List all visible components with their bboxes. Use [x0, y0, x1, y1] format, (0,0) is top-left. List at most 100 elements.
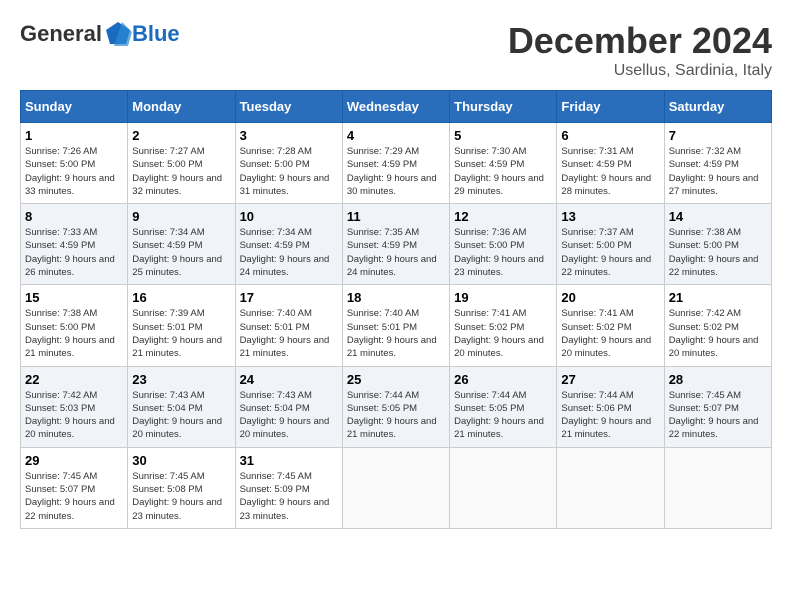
weekday-header-friday: Friday — [557, 91, 664, 123]
day-info: Sunrise: 7:31 AMSunset: 4:59 PMDaylight:… — [561, 145, 659, 198]
weekday-header-wednesday: Wednesday — [342, 91, 449, 123]
calendar-cell: 28Sunrise: 7:45 AMSunset: 5:07 PMDayligh… — [664, 366, 771, 447]
calendar-cell — [342, 447, 449, 528]
calendar-cell: 2Sunrise: 7:27 AMSunset: 5:00 PMDaylight… — [128, 123, 235, 204]
day-info: Sunrise: 7:34 AMSunset: 4:59 PMDaylight:… — [240, 226, 338, 279]
calendar-cell: 31 Sunrise: 7:45 AMSunset: 5:09 PMDayligh… — [235, 447, 342, 528]
day-number: 27 — [561, 372, 659, 387]
day-info: Sunrise: 7:27 AMSunset: 5:00 PMDaylight:… — [132, 145, 230, 198]
day-info: Sunrise: 7:41 AMSunset: 5:02 PMDaylight:… — [561, 307, 659, 360]
day-number: 30 — [132, 453, 230, 468]
calendar-cell: 9Sunrise: 7:34 AMSunset: 4:59 PMDaylight… — [128, 204, 235, 285]
day-number: 17 — [240, 290, 338, 305]
calendar-cell: 13Sunrise: 7:37 AMSunset: 5:00 PMDayligh… — [557, 204, 664, 285]
day-info: Sunrise: 7:38 AMSunset: 5:00 PMDaylight:… — [25, 307, 123, 360]
day-info: Sunrise: 7:44 AMSunset: 5:06 PMDaylight:… — [561, 389, 659, 442]
day-number: 31 — [240, 453, 338, 468]
day-number: 22 — [25, 372, 123, 387]
calendar-cell: 18Sunrise: 7:40 AMSunset: 5:01 PMDayligh… — [342, 285, 449, 366]
day-number: 29 — [25, 453, 123, 468]
calendar-week-row: 8 Sunrise: 7:33 AMSunset: 4:59 PMDaylight… — [21, 204, 772, 285]
day-info: Sunrise: 7:44 AMSunset: 5:05 PMDaylight:… — [347, 389, 445, 442]
calendar-table: SundayMondayTuesdayWednesdayThursdayFrid… — [20, 90, 772, 529]
day-info: Sunrise: 7:45 AMSunset: 5:08 PMDaylight:… — [132, 470, 230, 523]
day-number: 14 — [669, 209, 767, 224]
calendar-cell: 26 Sunrise: 7:44 AMSunset: 5:05 PMDayligh… — [450, 366, 557, 447]
calendar-week-row: 22 Sunrise: 7:42 AMSunset: 5:03 PMDayligh… — [21, 366, 772, 447]
day-info: Sunrise: 7:28 AMSunset: 5:00 PMDaylight:… — [240, 145, 338, 198]
day-info: Sunrise: 7:40 AMSunset: 5:01 PMDaylight:… — [240, 307, 338, 360]
logo-blue: Blue — [132, 21, 180, 47]
day-number: 1 — [25, 128, 123, 143]
day-info: Sunrise: 7:44 AMSunset: 5:05 PMDaylight:… — [454, 389, 552, 442]
day-number: 4 — [347, 128, 445, 143]
calendar-cell: 11Sunrise: 7:35 AMSunset: 4:59 PMDayligh… — [342, 204, 449, 285]
weekday-header-row: SundayMondayTuesdayWednesdayThursdayFrid… — [21, 91, 772, 123]
day-info: Sunrise: 7:42 AMSunset: 5:03 PMDaylight:… — [25, 389, 123, 442]
day-number: 6 — [561, 128, 659, 143]
weekday-header-monday: Monday — [128, 91, 235, 123]
calendar-cell: 19Sunrise: 7:41 AMSunset: 5:02 PMDayligh… — [450, 285, 557, 366]
day-number: 18 — [347, 290, 445, 305]
day-number: 20 — [561, 290, 659, 305]
calendar-cell: 21Sunrise: 7:42 AMSunset: 5:02 PMDayligh… — [664, 285, 771, 366]
day-info: Sunrise: 7:29 AMSunset: 4:59 PMDaylight:… — [347, 145, 445, 198]
day-number: 28 — [669, 372, 767, 387]
day-info: Sunrise: 7:43 AMSunset: 5:04 PMDaylight:… — [240, 389, 338, 442]
logo: General Blue — [20, 20, 180, 48]
day-info: Sunrise: 7:38 AMSunset: 5:00 PMDaylight:… — [669, 226, 767, 279]
calendar-cell: 25 Sunrise: 7:44 AMSunset: 5:05 PMDayligh… — [342, 366, 449, 447]
weekday-header-saturday: Saturday — [664, 91, 771, 123]
calendar-cell: 5 Sunrise: 7:30 AMSunset: 4:59 PMDaylight… — [450, 123, 557, 204]
calendar-cell: 23 Sunrise: 7:43 AMSunset: 5:04 PMDayligh… — [128, 366, 235, 447]
day-number: 5 — [454, 128, 552, 143]
day-number: 26 — [454, 372, 552, 387]
day-number: 15 — [25, 290, 123, 305]
calendar-cell: 4 Sunrise: 7:29 AMSunset: 4:59 PMDaylight… — [342, 123, 449, 204]
calendar-week-row: 29Sunrise: 7:45 AMSunset: 5:07 PMDayligh… — [21, 447, 772, 528]
day-info: Sunrise: 7:37 AMSunset: 5:00 PMDaylight:… — [561, 226, 659, 279]
day-info: Sunrise: 7:43 AMSunset: 5:04 PMDaylight:… — [132, 389, 230, 442]
day-number: 10 — [240, 209, 338, 224]
day-info: Sunrise: 7:36 AMSunset: 5:00 PMDaylight:… — [454, 226, 552, 279]
day-info: Sunrise: 7:45 AMSunset: 5:09 PMDaylight:… — [240, 470, 338, 523]
calendar-cell — [557, 447, 664, 528]
calendar-cell: 24Sunrise: 7:43 AMSunset: 5:04 PMDayligh… — [235, 366, 342, 447]
calendar-cell: 10 Sunrise: 7:34 AMSunset: 4:59 PMDayligh… — [235, 204, 342, 285]
calendar-cell: 1 Sunrise: 7:26 AMSunset: 5:00 PMDaylight… — [21, 123, 128, 204]
day-info: Sunrise: 7:30 AMSunset: 4:59 PMDaylight:… — [454, 145, 552, 198]
logo-general: General — [20, 21, 102, 47]
logo-icon — [104, 20, 132, 48]
day-info: Sunrise: 7:26 AMSunset: 5:00 PMDaylight:… — [25, 145, 123, 198]
calendar-cell: 7Sunrise: 7:32 AMSunset: 4:59 PMDaylight… — [664, 123, 771, 204]
calendar-cell: 15 Sunrise: 7:38 AMSunset: 5:00 PMDayligh… — [21, 285, 128, 366]
weekday-header-thursday: Thursday — [450, 91, 557, 123]
day-number: 3 — [240, 128, 338, 143]
weekday-header-tuesday: Tuesday — [235, 91, 342, 123]
calendar-week-row: 1 Sunrise: 7:26 AMSunset: 5:00 PMDaylight… — [21, 123, 772, 204]
day-info: Sunrise: 7:33 AMSunset: 4:59 PMDaylight:… — [25, 226, 123, 279]
day-info: Sunrise: 7:39 AMSunset: 5:01 PMDaylight:… — [132, 307, 230, 360]
calendar-cell: 29Sunrise: 7:45 AMSunset: 5:07 PMDayligh… — [21, 447, 128, 528]
calendar-cell — [664, 447, 771, 528]
calendar-cell: 14 Sunrise: 7:38 AMSunset: 5:00 PMDayligh… — [664, 204, 771, 285]
calendar-cell — [450, 447, 557, 528]
calendar-cell: 20 Sunrise: 7:41 AMSunset: 5:02 PMDayligh… — [557, 285, 664, 366]
day-number: 23 — [132, 372, 230, 387]
page-header: General Blue December 2024 Usellus, Sard… — [20, 20, 772, 80]
day-number: 16 — [132, 290, 230, 305]
calendar-cell: 30 Sunrise: 7:45 AMSunset: 5:08 PMDayligh… — [128, 447, 235, 528]
calendar-cell: 12 Sunrise: 7:36 AMSunset: 5:00 PMDayligh… — [450, 204, 557, 285]
day-info: Sunrise: 7:41 AMSunset: 5:02 PMDaylight:… — [454, 307, 552, 360]
day-number: 25 — [347, 372, 445, 387]
day-info: Sunrise: 7:42 AMSunset: 5:02 PMDaylight:… — [669, 307, 767, 360]
day-number: 9 — [132, 209, 230, 224]
calendar-cell: 22 Sunrise: 7:42 AMSunset: 5:03 PMDayligh… — [21, 366, 128, 447]
day-number: 12 — [454, 209, 552, 224]
calendar-cell: 3 Sunrise: 7:28 AMSunset: 5:00 PMDaylight… — [235, 123, 342, 204]
location: Usellus, Sardinia, Italy — [508, 62, 772, 80]
day-number: 8 — [25, 209, 123, 224]
title-area: December 2024 Usellus, Sardinia, Italy — [508, 20, 772, 80]
calendar-cell: 8 Sunrise: 7:33 AMSunset: 4:59 PMDaylight… — [21, 204, 128, 285]
calendar-cell: 6 Sunrise: 7:31 AMSunset: 4:59 PMDaylight… — [557, 123, 664, 204]
